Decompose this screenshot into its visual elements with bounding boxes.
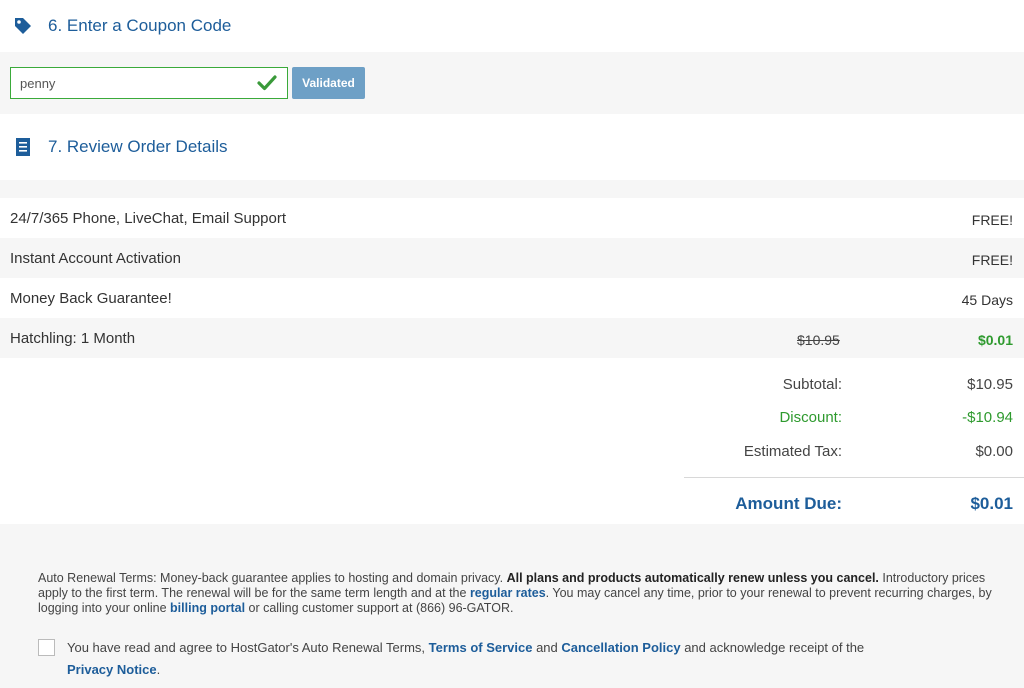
order-totals: Subtotal: $10.95 Discount: -$10.94 Estim… (0, 358, 1024, 524)
section-divider (0, 180, 1024, 198)
agreement-text-part: . (156, 662, 161, 677)
subtotal-value: $10.95 (967, 376, 1013, 393)
validated-button[interactable]: Validated (292, 67, 365, 99)
totals-divider (684, 477, 1024, 478)
plan-label: Hatchling: 1 Month (10, 330, 136, 347)
order-row: Money Back Guarantee! 45 Days (0, 278, 1024, 318)
billing-portal-link[interactable]: billing portal (170, 601, 245, 615)
checkmark-icon (257, 74, 277, 92)
agreement-text-part: and (532, 640, 562, 655)
agreement-checkbox[interactable] (38, 639, 55, 656)
regular-rates-link[interactable]: regular rates (470, 586, 546, 600)
tax-value: $0.00 (975, 443, 1013, 460)
privacy-notice-link[interactable]: Privacy Notice (67, 662, 157, 677)
coupon-input-wrapper[interactable] (10, 67, 288, 99)
terms-of-service-link[interactable]: Terms of Service (429, 640, 533, 655)
auto-renewal-terms: Auto Renewal Terms: Money-back guarantee… (38, 571, 998, 616)
terms-bold-text: All plans and products automatically ren… (506, 571, 879, 585)
cancellation-policy-link[interactable]: Cancellation Policy (561, 640, 680, 655)
order-row-value: FREE! (971, 212, 1013, 228)
review-section-header: 7. Review Order Details (0, 114, 1024, 180)
order-row-plan: Hatchling: 1 Month $10.95 $0.01 (0, 318, 1024, 358)
order-row-label: 24/7/365 Phone, LiveChat, Email Support (10, 210, 287, 227)
order-row-value: 45 Days (961, 292, 1013, 308)
coupon-section-header: 6. Enter a Coupon Code (0, 0, 1024, 52)
agreement-text-part: and acknowledge receipt of the (680, 640, 865, 655)
order-row-label: Money Back Guarantee! (10, 290, 172, 307)
discount-label: Discount: (779, 409, 842, 426)
coupon-section-title: 6. Enter a Coupon Code (48, 16, 232, 35)
order-row-label: Instant Account Activation (10, 250, 181, 267)
agreement-row: You have read and agree to HostGator's A… (38, 639, 967, 681)
order-details-table: 24/7/365 Phone, LiveChat, Email Support … (0, 198, 1024, 358)
order-row: 24/7/365 Phone, LiveChat, Email Support … (0, 198, 1024, 238)
terms-section: Auto Renewal Terms: Money-back guarantee… (0, 524, 1024, 688)
tax-label: Estimated Tax: (743, 443, 842, 460)
coupon-input[interactable] (20, 75, 250, 91)
amount-due-value: $0.01 (970, 494, 1013, 513)
order-row: Instant Account Activation FREE! (0, 238, 1024, 278)
agreement-text-part: You have read and agree to HostGator's A… (67, 640, 429, 655)
order-row-value: FREE! (971, 252, 1013, 268)
review-section-title: 7. Review Order Details (48, 137, 228, 156)
subtotal-label: Subtotal: (782, 376, 842, 393)
discounted-price: $0.01 (977, 332, 1013, 348)
original-price: $10.95 (797, 332, 840, 348)
coupon-form: Validated (0, 52, 1024, 114)
terms-text: Auto Renewal Terms: Money-back guarantee… (38, 571, 507, 585)
receipt-icon (12, 136, 34, 158)
tag-icon (12, 15, 34, 37)
discount-value: -$10.94 (962, 409, 1013, 426)
amount-due-label: Amount Due: (735, 494, 842, 513)
agreement-text: You have read and agree to HostGator's A… (67, 637, 967, 681)
terms-text: or calling customer support at (866) 96-… (245, 601, 514, 615)
